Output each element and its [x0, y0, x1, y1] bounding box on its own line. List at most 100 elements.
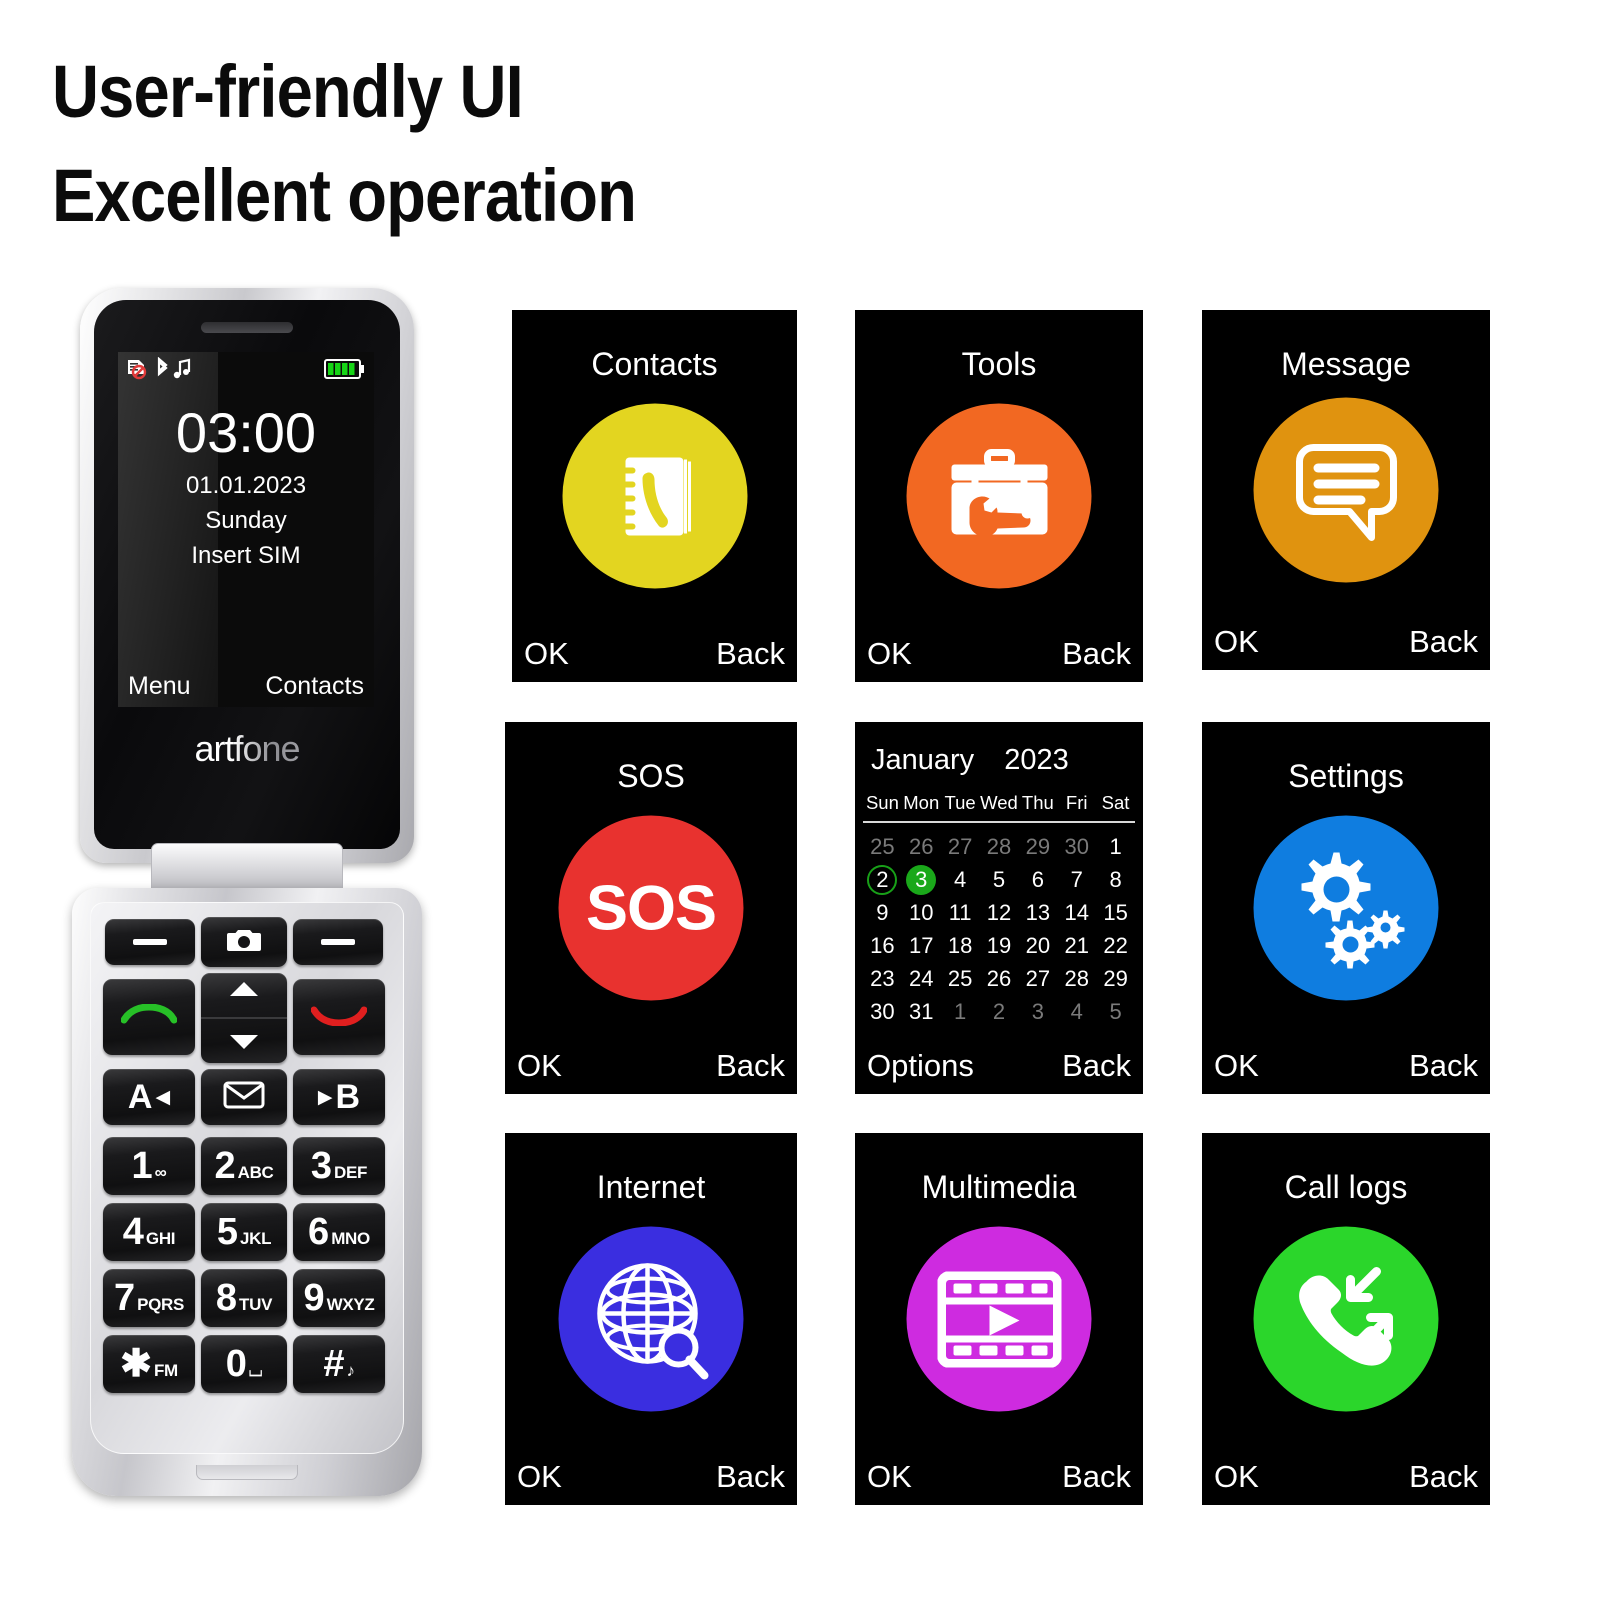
tile-back-button[interactable]: Back	[1409, 624, 1478, 660]
calendar-day[interactable]: 12	[980, 896, 1019, 929]
soft-key-right-button[interactable]	[293, 919, 383, 965]
calendar-day[interactable]: 16	[863, 929, 902, 962]
soft-key-left-button[interactable]	[105, 919, 195, 965]
calendar-day[interactable]: 21	[1057, 929, 1096, 962]
calendar-day[interactable]: 3	[1018, 995, 1057, 1028]
key-1-sublabel: ∞	[154, 1163, 167, 1182]
calendar-day[interactable]: 31	[902, 995, 941, 1028]
calendar-day[interactable]: 4	[941, 863, 980, 896]
calendar-day[interactable]: 30	[863, 995, 902, 1028]
chevron-down-icon[interactable]	[228, 1033, 260, 1056]
key-7-button[interactable]: 7 PQRS	[103, 1269, 195, 1327]
key-6-button[interactable]: 6 MNO	[293, 1203, 385, 1261]
tile-tools[interactable]: Tools OK Back	[855, 310, 1143, 682]
calendar-day[interactable]: 25	[863, 830, 902, 863]
screen-weekday: Sunday	[205, 507, 287, 534]
calendar-options-button[interactable]: Options	[867, 1048, 974, 1084]
key-star-button[interactable]: ✱ FM	[103, 1335, 195, 1393]
calendar-day[interactable]: 5	[980, 863, 1019, 896]
tile-sos[interactable]: SOS SOS OK Back	[505, 722, 797, 1094]
key-hash-button[interactable]: # ♪	[293, 1335, 385, 1393]
calendar-day[interactable]: 10	[902, 896, 941, 929]
call-end-button[interactable]	[293, 979, 385, 1055]
calendar-day[interactable]: 6	[1018, 863, 1057, 896]
tile-call-logs[interactable]: Call logs OK Back	[1202, 1133, 1490, 1505]
softkey-menu-label[interactable]: Menu	[128, 672, 191, 701]
tile-back-button[interactable]: Back	[716, 1459, 785, 1495]
calendar-day[interactable]: 19	[980, 929, 1019, 962]
calendar-day[interactable]: 28	[980, 830, 1019, 863]
tile-back-button[interactable]: Back	[1062, 1459, 1131, 1495]
calendar-day[interactable]: 8	[1096, 863, 1135, 896]
camera-button[interactable]	[201, 917, 287, 967]
tile-ok-button[interactable]: OK	[867, 1459, 912, 1495]
key-4-button[interactable]: 4 GHI	[103, 1203, 195, 1261]
tile-ok-button[interactable]: OK	[524, 636, 569, 672]
calendar-day[interactable]: 20	[1018, 929, 1057, 962]
calendar-day[interactable]: 26	[980, 962, 1019, 995]
calendar-day[interactable]: 30	[1057, 830, 1096, 863]
key-9-button[interactable]: 9 WXYZ	[293, 1269, 385, 1327]
tile-ok-button[interactable]: OK	[517, 1048, 562, 1084]
calendar-day[interactable]: 5	[1096, 995, 1135, 1028]
calendar-day[interactable]: 26	[902, 830, 941, 863]
calendar-day[interactable]: 14	[1057, 896, 1096, 929]
tile-contacts[interactable]: Contacts OK Back	[512, 310, 797, 682]
calendar-day[interactable]: 22	[1096, 929, 1135, 962]
calendar-day[interactable]: 1	[941, 995, 980, 1028]
navigation-pad[interactable]	[201, 973, 287, 1063]
calendar-day[interactable]: 9	[863, 896, 902, 929]
key-8-button[interactable]: 8 TUV	[201, 1269, 287, 1327]
calendar-day[interactable]: 17	[902, 929, 941, 962]
calendar-day[interactable]: 2	[980, 995, 1019, 1028]
calendar-day[interactable]: 27	[941, 830, 980, 863]
calendar-day[interactable]: 11	[941, 896, 980, 929]
tile-back-button[interactable]: Back	[1062, 636, 1131, 672]
softkey-contacts-label[interactable]: Contacts	[265, 672, 364, 701]
calendar-day[interactable]: 18	[941, 929, 980, 962]
tile-internet[interactable]: Internet OK Back	[505, 1133, 797, 1505]
tile-calendar[interactable]: January 2023 Sun Mon Tue Wed Thu Fri Sat 25 26 2…	[855, 722, 1143, 1094]
calendar-day[interactable]: 29	[1096, 962, 1135, 995]
tile-settings[interactable]: Settings OK Back	[1202, 722, 1490, 1094]
speed-dial-a-button[interactable]: A ◀	[103, 1069, 195, 1125]
key-1-button[interactable]: 1 ∞	[103, 1137, 195, 1195]
tile-message[interactable]: Message OK Back	[1202, 310, 1490, 670]
key-0-button[interactable]: 0 ⌴	[201, 1335, 287, 1393]
calendar-day[interactable]: 28	[1057, 962, 1096, 995]
key-3-button[interactable]: 3 DEF	[293, 1137, 385, 1195]
tile-back-button[interactable]: Back	[716, 636, 785, 672]
calendar-day[interactable]: 27	[1018, 962, 1057, 995]
key-2-button[interactable]: 2 ABC	[201, 1137, 287, 1195]
tile-ok-button[interactable]: OK	[1214, 624, 1259, 660]
calendar-day[interactable]: 24	[902, 962, 941, 995]
calendar-day[interactable]: 7	[1057, 863, 1096, 896]
calendar-day[interactable]: 4	[1057, 995, 1096, 1028]
tile-ok-button[interactable]: OK	[867, 636, 912, 672]
right-arrow-icon: ▶	[317, 1086, 333, 1108]
calendar-day[interactable]: 1	[1096, 830, 1135, 863]
calendar-day[interactable]: 13	[1018, 896, 1057, 929]
tile-back-button[interactable]: Back	[716, 1048, 785, 1084]
key-5-button[interactable]: 5 JKL	[201, 1203, 287, 1261]
camera-icon	[225, 926, 263, 959]
calendar-day[interactable]: 15	[1096, 896, 1135, 929]
calendar-day[interactable]: 3	[902, 863, 941, 896]
chevron-up-icon[interactable]	[228, 980, 260, 1003]
calendar-weekday: Mon	[903, 792, 940, 813]
calendar-day[interactable]: 25	[941, 962, 980, 995]
call-start-button[interactable]	[103, 979, 195, 1055]
speed-dial-b-button[interactable]: ▶ B	[293, 1069, 385, 1125]
tile-ok-button[interactable]: OK	[1214, 1459, 1259, 1495]
toolbox-icon	[906, 403, 1092, 589]
calendar-back-button[interactable]: Back	[1062, 1048, 1131, 1084]
tile-ok-button[interactable]: OK	[517, 1459, 562, 1495]
tile-back-button[interactable]: Back	[1409, 1048, 1478, 1084]
calendar-day[interactable]: 2	[863, 863, 902, 896]
tile-back-button[interactable]: Back	[1409, 1459, 1478, 1495]
tile-multimedia[interactable]: Multimedia OK Back	[855, 1133, 1143, 1505]
tile-ok-button[interactable]: OK	[1214, 1048, 1259, 1084]
calendar-day[interactable]: 23	[863, 962, 902, 995]
calendar-day[interactable]: 29	[1018, 830, 1057, 863]
message-button[interactable]	[201, 1069, 287, 1125]
